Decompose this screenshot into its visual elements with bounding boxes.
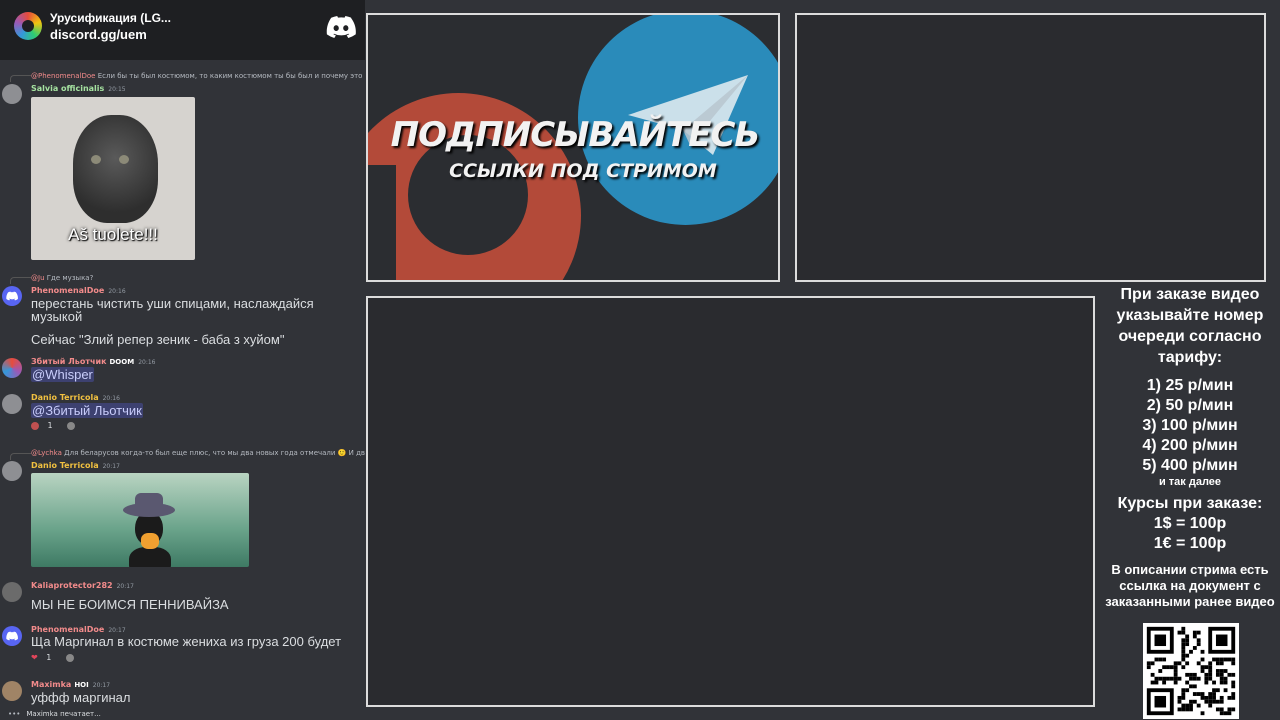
video-frame — [366, 296, 1095, 707]
username[interactable]: Kaliaprotector282 20:17 — [31, 581, 134, 590]
username[interactable]: Danio Terricola 20:16 — [31, 393, 120, 402]
rate-item: 1$ = 100р — [1153, 515, 1227, 532]
chat-message: @Ju Где музыка? PhenomenalDoe 20:16 перес… — [0, 272, 365, 352]
discord-logo-icon — [6, 631, 18, 641]
tariff-item: 5) 400 р/мин — [1142, 457, 1238, 474]
chat-message: Danio Terricola 20:16 @Збитый Льотчик 1 — [0, 392, 365, 437]
order-instructions: При заказе видео указывайте номер очеред… — [1116, 286, 1264, 366]
tariff-item: 4) 200 р/мин — [1142, 437, 1238, 454]
role-badge: HOI — [74, 681, 89, 689]
add-reaction-icon[interactable] — [67, 421, 76, 430]
discord-logo-icon — [6, 291, 18, 301]
reaction[interactable]: 1 — [31, 421, 59, 430]
reaction[interactable]: ❤ 1 — [31, 653, 57, 662]
user-mention[interactable]: @Whisper — [31, 367, 94, 382]
username[interactable]: Salvia officinalis 20:15 — [31, 84, 126, 93]
avatar[interactable] — [2, 84, 22, 104]
promo-title: ПОДПИСЫВАЙТЕСЬ — [390, 115, 761, 155]
avatar[interactable] — [2, 461, 22, 481]
daffy-duck-gif[interactable] — [31, 473, 249, 567]
username[interactable]: Danio Terricola 20:17 — [31, 461, 120, 470]
discord-header: Урусификация (LG... discord.gg/uem — [0, 0, 365, 60]
avatar[interactable] — [2, 286, 22, 306]
reply-preview[interactable]: @PhenomenalDoe Если бы ты был костюмом, … — [31, 72, 365, 80]
rate-item: 1€ = 100р — [1153, 535, 1227, 552]
promo-frame: ПОДПИСЫВАЙТЕСЬ ССЫЛКИ ПОД СТРИМОМ — [366, 13, 780, 282]
message-text: @Whisper — [31, 367, 356, 382]
tariff-item: 2) 50 р/мин — [1146, 397, 1234, 414]
username[interactable]: PhenomenalDoe 20:17 — [31, 625, 126, 634]
username[interactable]: PhenomenalDoe 20:16 — [31, 286, 126, 295]
discord-logo-icon — [326, 16, 356, 38]
gif-caption: Aš tuolete!!! — [68, 225, 158, 244]
avatar[interactable] — [2, 394, 22, 414]
message-text: Ща Маргинал в костюме жениха из груза 20… — [31, 634, 342, 649]
user-mention[interactable]: @Збитый Льотчик — [31, 403, 143, 418]
message-text: Сейчас "Злий репер зеник - баба з хуйом" — [31, 332, 285, 347]
promo-subtitle: ССЫЛКИ ПОД СТРИМОМ — [449, 160, 717, 182]
heart-icon: ❤ — [31, 653, 38, 662]
tariff-item: 1) 25 р/мин — [1146, 377, 1234, 394]
chat-message: Збитый Льотчик DOOM 20:16 @Whisper — [0, 356, 365, 386]
tariff-list: 1) 25 р/мин 2) 50 р/мин 3) 100 р/мин 4) … — [1100, 376, 1280, 488]
chat-message: Maximka HOI 20:17 уффф маргинал — [0, 679, 365, 709]
docs-note: В описании стрима есть ссылка на докумен… — [1105, 562, 1275, 609]
add-reaction-icon[interactable] — [65, 653, 74, 662]
rates-title: Курсы при заказе: — [1117, 495, 1263, 512]
typing-indicator: ••• Maximka печатает... — [8, 710, 101, 718]
order-info-panel: При заказе видео указывайте номер очеред… — [1100, 284, 1280, 610]
avatar[interactable] — [2, 582, 22, 602]
tariff-item: 3) 100 р/мин — [1142, 417, 1238, 434]
message-text: уффф маргинал — [31, 690, 131, 705]
server-icon — [14, 12, 42, 40]
message-text: @Збитый Льотчик — [31, 403, 356, 418]
username[interactable]: Збитый Льотчик DOOM 20:16 — [31, 357, 155, 366]
reactions[interactable]: ❤ 1 — [31, 653, 80, 662]
username[interactable]: Maximka HOI 20:17 — [31, 680, 110, 689]
message-text: перестань чистить уши спицами, наслаждай… — [31, 296, 314, 324]
chat-message: @PhenomenalDoe Если бы ты был костюмом, … — [0, 70, 365, 265]
avatar[interactable] — [2, 681, 22, 701]
reactions[interactable]: 1 — [31, 421, 81, 430]
message-text: МЫ НЕ БОИМСЯ ПЕННИВАЙЗА — [31, 597, 229, 612]
avatar[interactable] — [2, 358, 22, 378]
reply-preview[interactable]: @Lychka Для беларусов когда-то был еще п… — [31, 449, 365, 457]
webcam-frame — [795, 13, 1266, 282]
cat-gif[interactable]: Aš tuolete!!! — [31, 97, 195, 260]
role-badge: DOOM — [109, 358, 135, 366]
chat-message: Kaliaprotector282 20:17 МЫ НЕ БОИМСЯ ПЕНН… — [0, 580, 365, 615]
server-invite-link[interactable]: discord.gg/uem — [50, 27, 147, 42]
chat-message: @Lychka Для беларусов когда-то был еще п… — [0, 448, 365, 570]
server-name: Урусификация (LG... — [50, 11, 171, 25]
qr-code-icon[interactable] — [1143, 623, 1239, 719]
reply-preview[interactable]: @Ju Где музыка? — [31, 274, 365, 282]
chat-message: PhenomenalDoe 20:17 Ща Маргинал в костюме… — [0, 624, 365, 669]
avatar[interactable] — [2, 626, 22, 646]
discord-chat-overlay: Урусификация (LG... discord.gg/uem @Phen… — [0, 0, 365, 720]
tariff-more: и так далее — [1158, 476, 1222, 488]
